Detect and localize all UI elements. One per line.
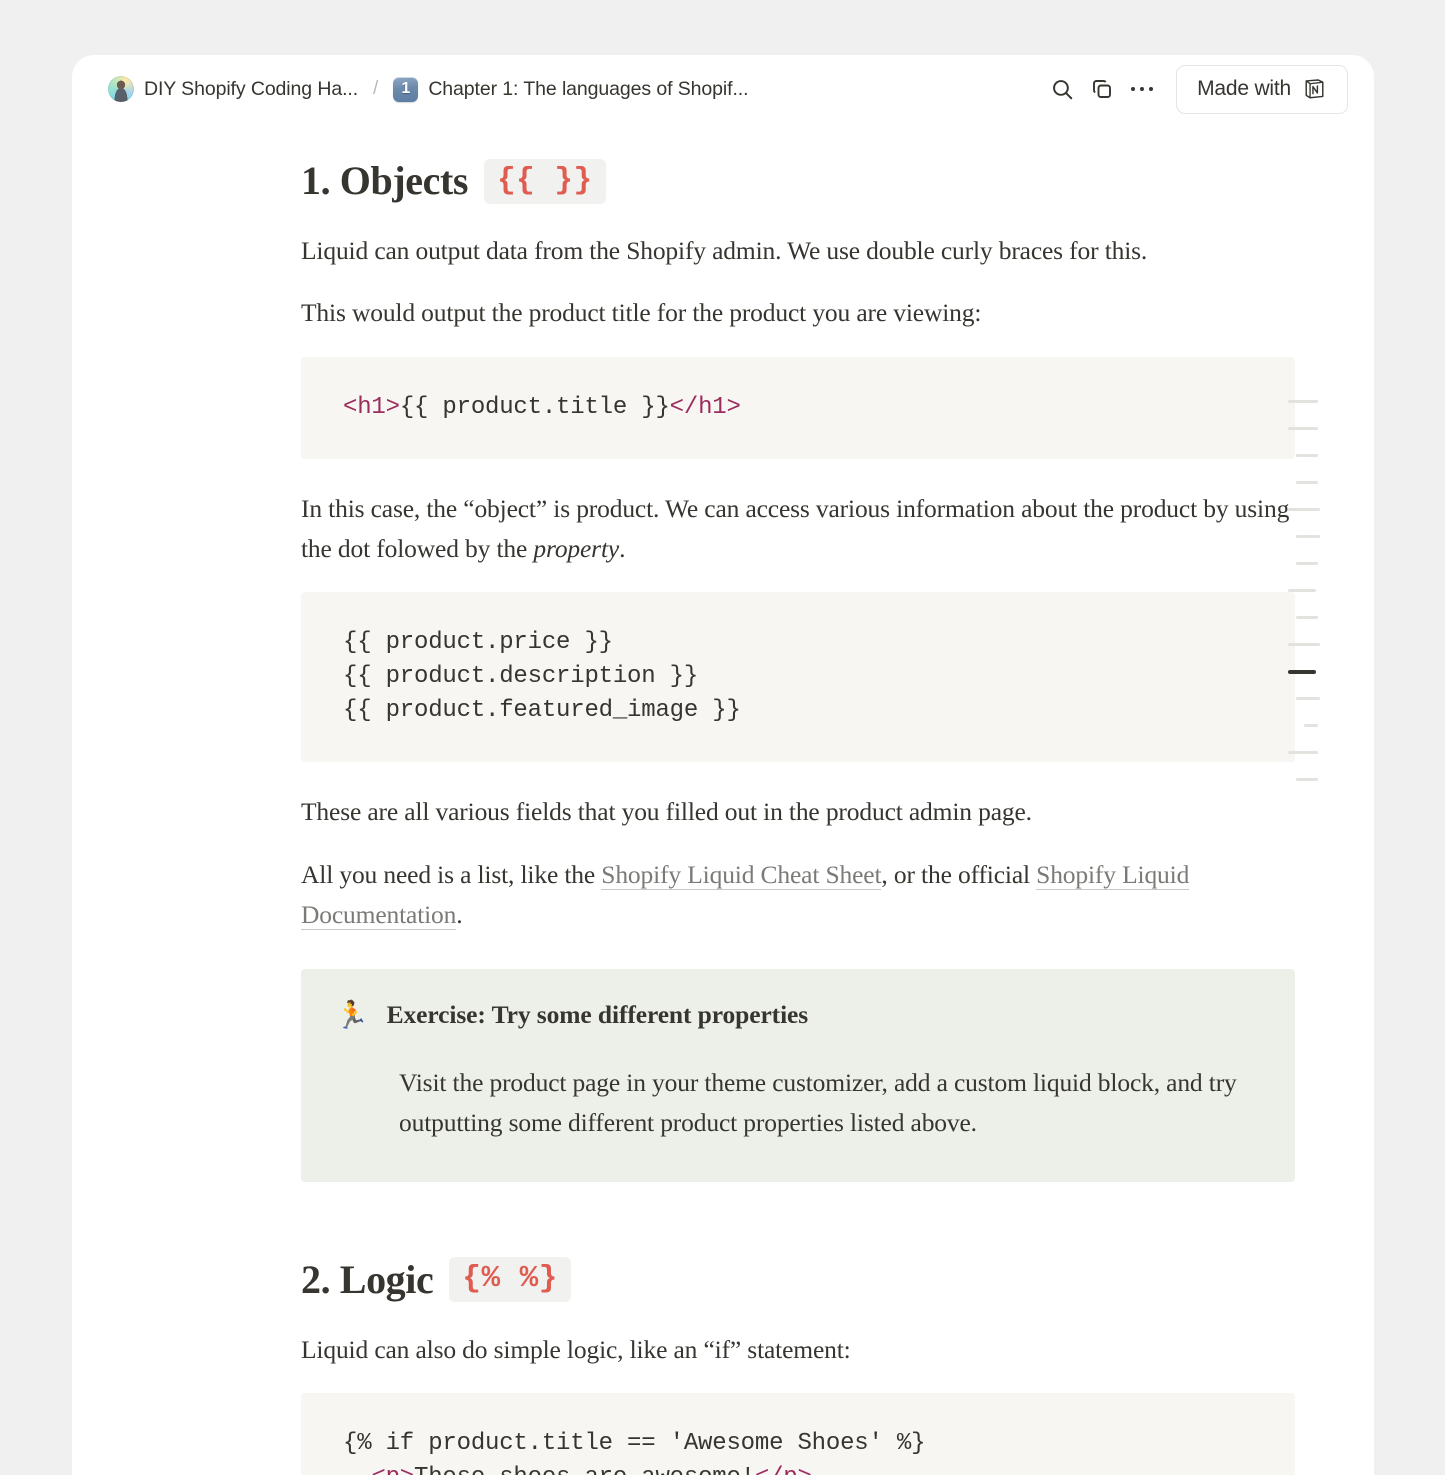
toc-item[interactable] bbox=[1288, 523, 1340, 550]
toc-item[interactable] bbox=[1288, 388, 1340, 415]
toc-item-bar bbox=[1288, 643, 1320, 646]
callout-body: Visit the product page in your theme cus… bbox=[399, 1068, 1237, 1138]
top-bar: DIY Shopify Coding Ha... / 1 Chapter 1: … bbox=[72, 55, 1374, 123]
breadcrumb: DIY Shopify Coding Ha... / 1 Chapter 1: … bbox=[102, 72, 1042, 106]
link-cheat-sheet[interactable]: Shopify Liquid Cheat Sheet bbox=[601, 859, 882, 890]
toc-item[interactable] bbox=[1288, 631, 1340, 658]
toc-item[interactable] bbox=[1288, 469, 1340, 496]
code-block-product-properties[interactable]: {{ product.price }} {{ product.descripti… bbox=[301, 592, 1295, 763]
toc-item[interactable] bbox=[1288, 415, 1340, 442]
toc-item-bar bbox=[1288, 589, 1316, 592]
top-bar-actions: Made with bbox=[1042, 64, 1348, 114]
table-of-contents-rail[interactable] bbox=[1288, 388, 1340, 793]
code-if-line: {% if product.title == 'Awesome Shoes' %… bbox=[343, 1429, 926, 1457]
toc-item[interactable] bbox=[1288, 496, 1340, 523]
section-heading-logic-text: 2. Logic bbox=[301, 1256, 434, 1302]
code-liquid-output: {{ product.title }} bbox=[399, 393, 670, 421]
paragraph-object-explainer-a: In this case, the “object” is product. W… bbox=[301, 493, 1290, 563]
toc-item-bar bbox=[1296, 535, 1320, 538]
section-heading-objects-text: 1. Objects bbox=[301, 158, 469, 203]
toc-item-bar bbox=[1288, 508, 1320, 511]
paragraph-admin-fields: These are all various fields that you fi… bbox=[301, 797, 1032, 827]
toc-item[interactable] bbox=[1288, 712, 1340, 739]
toc-item[interactable] bbox=[1288, 604, 1340, 631]
breadcrumb-page-label: Chapter 1: The languages of Shopif... bbox=[428, 77, 749, 100]
toc-item-bar bbox=[1296, 481, 1318, 484]
paragraph-output-title: This would output the product title for … bbox=[301, 298, 982, 328]
breadcrumb-workspace-label: DIY Shopify Coding Ha... bbox=[144, 77, 359, 100]
section-heading-objects-chip: {{ }} bbox=[484, 158, 606, 204]
section-heading-logic-chip: {% %} bbox=[449, 1257, 571, 1303]
toc-item-bar bbox=[1288, 400, 1318, 403]
more-options-icon bbox=[1130, 86, 1154, 92]
toc-item[interactable] bbox=[1288, 577, 1340, 604]
code-block-if-statement[interactable]: {% if product.title == 'Awesome Shoes' %… bbox=[301, 1392, 1295, 1475]
document-column: 1. Objects {{ }} Liquid can output data … bbox=[301, 123, 1295, 1475]
breadcrumb-workspace[interactable]: DIY Shopify Coding Ha... bbox=[102, 72, 364, 106]
callout-header: 🏃 Exercise: Try some different propertie… bbox=[335, 999, 1261, 1033]
section-heading-logic: 2. Logic {% %} bbox=[301, 1256, 1295, 1304]
toc-item[interactable] bbox=[1288, 550, 1340, 577]
duplicate-button[interactable] bbox=[1082, 69, 1122, 109]
notion-page-window: DIY Shopify Coding Ha... / 1 Chapter 1: … bbox=[72, 55, 1374, 1475]
breadcrumb-page[interactable]: 1 Chapter 1: The languages of Shopif... bbox=[387, 73, 754, 106]
toc-item-bar bbox=[1296, 616, 1318, 619]
notion-logo-icon bbox=[1305, 78, 1324, 98]
made-with-label: Made with bbox=[1197, 77, 1291, 100]
toc-item-bar bbox=[1296, 562, 1318, 565]
number-one-badge-icon: 1 bbox=[393, 76, 419, 102]
made-with-notion-button[interactable]: Made with bbox=[1176, 64, 1348, 114]
paragraph-object-explainer-emphasis: property bbox=[533, 533, 620, 563]
paragraph-object-explainer: In this case, the “object” is product. W… bbox=[301, 489, 1295, 570]
toc-item[interactable] bbox=[1288, 658, 1340, 685]
toc-item-bar bbox=[1296, 697, 1320, 700]
runner-emoji-icon: 🏃 bbox=[335, 1000, 369, 1031]
toc-item[interactable] bbox=[1288, 442, 1340, 469]
section-heading-objects: 1. Objects {{ }} bbox=[301, 157, 1295, 205]
paragraph-intro: Liquid can output data from the Shopify … bbox=[301, 236, 1148, 265]
code-close-tag: </h1> bbox=[669, 393, 741, 421]
toc-item[interactable] bbox=[1288, 685, 1340, 712]
breadcrumb-separator: / bbox=[373, 78, 379, 99]
search-icon bbox=[1052, 79, 1072, 99]
paragraph-logic-intro: Liquid can also do simple logic, like an… bbox=[301, 1334, 851, 1364]
paragraph-object-explainer-b: . bbox=[619, 533, 626, 563]
paragraph-resources: All you need is a list, like the Shopify… bbox=[301, 855, 1295, 936]
paragraph-resources-a: All you need is a list, like the bbox=[301, 859, 602, 889]
search-button[interactable] bbox=[1042, 69, 1082, 109]
code-p-close-tag: </p> bbox=[755, 1464, 812, 1475]
toc-item[interactable] bbox=[1288, 739, 1340, 766]
more-options-button[interactable] bbox=[1122, 69, 1162, 109]
code-p-text: These shoes are awesome! bbox=[414, 1464, 755, 1475]
code-p-open-tag: <p> bbox=[371, 1464, 414, 1475]
code-block-product-title[interactable]: <h1>{{ product.title }}</h1> bbox=[301, 356, 1295, 459]
user-avatar-icon bbox=[108, 76, 134, 102]
callout-title: Exercise: Try some different properties bbox=[386, 1000, 809, 1030]
code-open-tag: <h1> bbox=[343, 393, 400, 421]
callout-exercise: 🏃 Exercise: Try some different propertie… bbox=[301, 969, 1295, 1182]
duplicate-icon bbox=[1093, 80, 1112, 98]
page-content: 1. Objects {{ }} Liquid can output data … bbox=[72, 123, 1374, 1475]
toc-item-bar bbox=[1296, 454, 1318, 457]
paragraph-resources-b: , or the official bbox=[881, 859, 1037, 889]
toc-item-bar bbox=[1288, 751, 1318, 754]
toc-item-bar bbox=[1304, 724, 1318, 727]
toc-item-bar bbox=[1288, 427, 1318, 430]
paragraph-resources-c: . bbox=[456, 900, 463, 929]
toc-item[interactable] bbox=[1288, 766, 1340, 793]
toc-item-bar bbox=[1296, 778, 1318, 781]
toc-item-bar bbox=[1288, 669, 1316, 674]
